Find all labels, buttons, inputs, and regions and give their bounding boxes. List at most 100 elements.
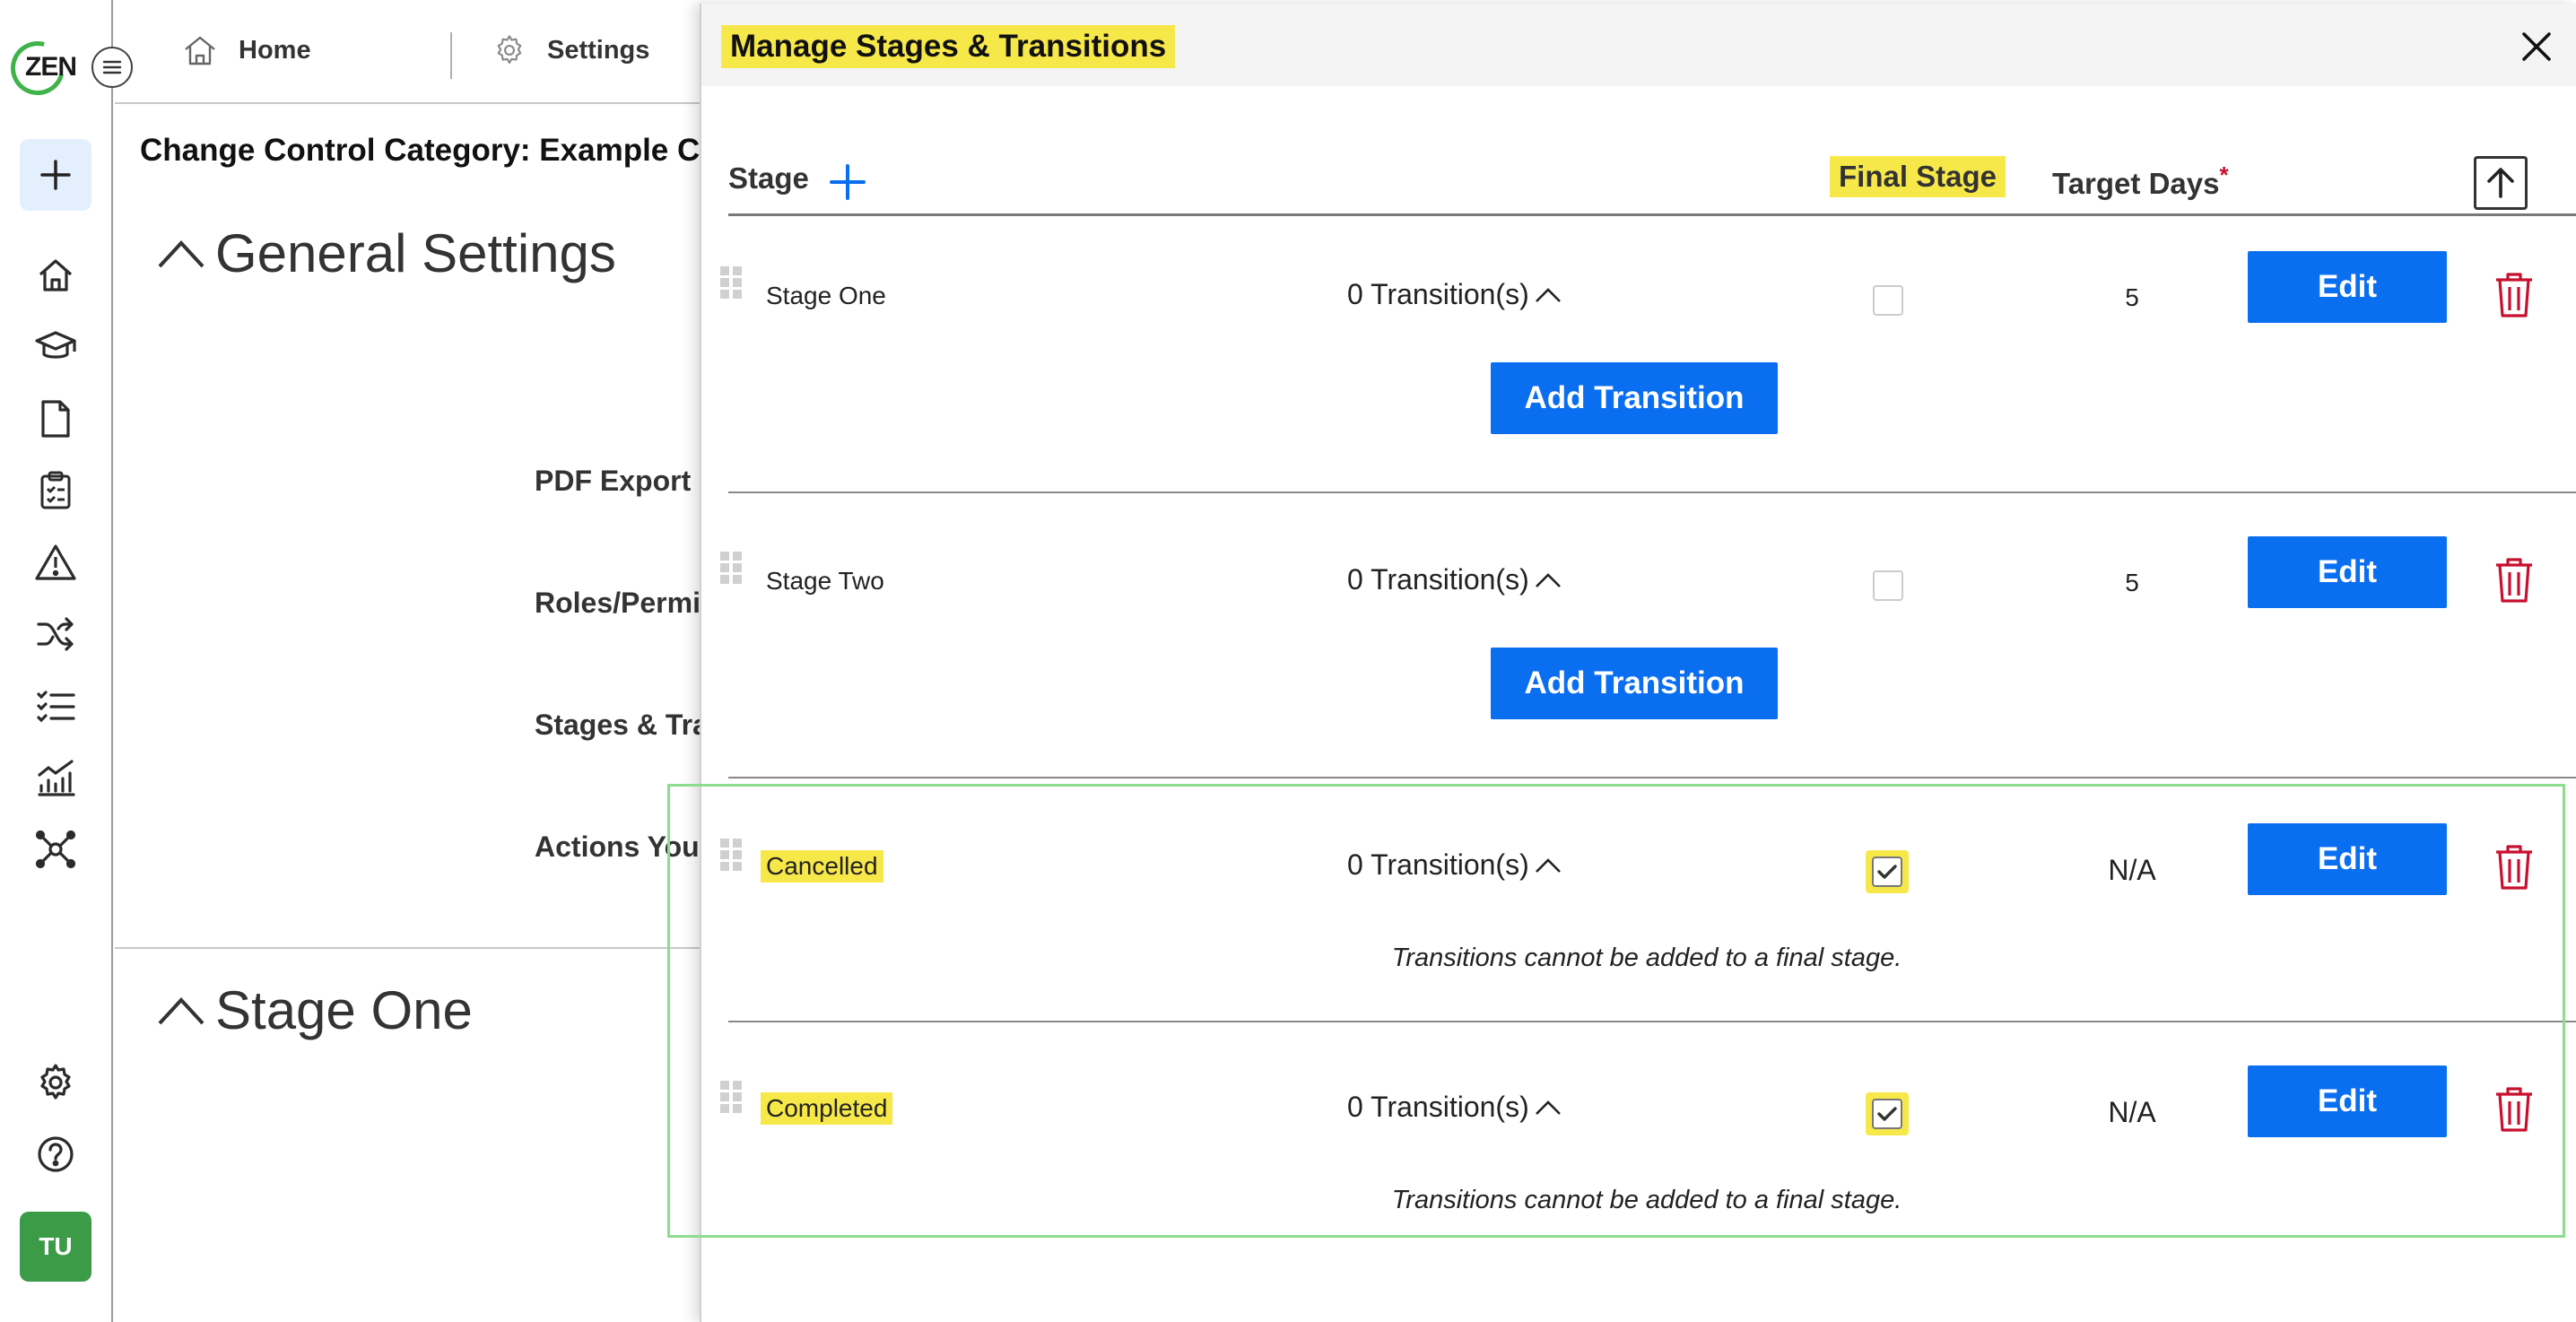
gear-icon (40, 1064, 71, 1100)
general-settings-toggle[interactable]: General Settings (156, 222, 616, 284)
transition-toggle[interactable]: 0 Transition(s) (1347, 1091, 1562, 1124)
target-days-value: N/A (2108, 1096, 2156, 1128)
transition-count: 0 Transition(s) (1347, 563, 1529, 596)
chevron-up-icon (1535, 1100, 1561, 1115)
help-icon (38, 1136, 74, 1172)
chevron-up-icon (1535, 572, 1561, 587)
setting-stages-transitions: Stages & Tra (535, 709, 709, 741)
col-target-days-header: Target Days* (2052, 161, 2229, 201)
sidebar-collapse-button[interactable] (91, 47, 133, 88)
header-divider (728, 213, 2576, 216)
edit-stage-button[interactable]: Edit (2248, 1065, 2447, 1137)
menu-icon (102, 60, 122, 74)
stage-name: Cancelled (761, 850, 883, 883)
checkbox-box (1872, 857, 1902, 887)
nav-rail: ZEN TU (0, 0, 113, 1322)
collapse-all-button[interactable] (2474, 156, 2528, 210)
drawer-header: Manage Stages & Transitions (701, 4, 2576, 86)
target-days-value: 5 (2125, 569, 2139, 596)
home-icon (39, 259, 73, 291)
final-stage-checkbox[interactable] (1873, 570, 1903, 601)
trash-icon[interactable] (2493, 271, 2535, 319)
chevron-up-icon (1535, 857, 1561, 873)
breadcrumb-settings[interactable]: Settings (371, 34, 649, 66)
transition-count: 0 Transition(s) (1347, 1091, 1529, 1123)
close-icon (2522, 32, 2551, 61)
drag-handle-icon[interactable] (719, 551, 743, 585)
nav-documents[interactable] (34, 397, 77, 440)
row-divider (728, 1021, 2576, 1022)
transition-toggle[interactable]: 0 Transition(s) (1347, 278, 1562, 311)
add-stage-button[interactable] (827, 161, 868, 203)
target-days-value: 5 (2125, 283, 2139, 311)
general-settings-heading: General Settings (215, 223, 616, 283)
drag-handle-icon[interactable] (719, 1080, 743, 1114)
trash-icon[interactable] (2493, 843, 2535, 891)
nav-change-control[interactable] (34, 613, 77, 656)
final-stage-checkbox[interactable] (1866, 850, 1909, 893)
shuffle-icon (37, 617, 74, 651)
add-transition-button[interactable]: Add Transition (1491, 362, 1778, 434)
edit-stage-button[interactable]: Edit (2248, 823, 2447, 895)
transition-count: 0 Transition(s) (1347, 848, 1529, 881)
row-divider (728, 777, 2576, 778)
nav-analytics[interactable] (34, 756, 77, 799)
transition-toggle[interactable]: 0 Transition(s) (1347, 848, 1562, 882)
final-stage-note: Transitions cannot be added to a final s… (1391, 1186, 1902, 1214)
create-new-button[interactable] (20, 139, 91, 211)
setting-roles-permissions: Roles/Permi (535, 587, 701, 619)
nav-learning[interactable] (34, 326, 77, 369)
section-divider (115, 947, 707, 949)
arrow-up-icon (2487, 168, 2514, 198)
final-stage-checkbox[interactable] (1873, 285, 1903, 316)
transition-count: 0 Transition(s) (1347, 278, 1529, 310)
nav-home[interactable] (34, 254, 77, 297)
logo-text: ZEN (25, 52, 77, 82)
final-stage-checkbox[interactable] (1866, 1092, 1909, 1135)
close-button[interactable] (2517, 27, 2556, 66)
transition-toggle[interactable]: 0 Transition(s) (1347, 563, 1562, 596)
learning-icon (35, 331, 76, 359)
checkbox-box (1872, 1099, 1902, 1129)
row-divider (728, 491, 2576, 493)
setting-pdf-export: PDF Export ( (535, 465, 709, 497)
nav-network[interactable] (34, 828, 77, 871)
gear-outline-icon (497, 35, 522, 64)
home-outline-icon (185, 36, 215, 65)
analytics-icon (38, 760, 75, 796)
drag-handle-icon[interactable] (719, 265, 743, 300)
trash-icon[interactable] (2493, 1085, 2535, 1134)
checkmark-icon (1877, 1107, 1897, 1121)
edit-stage-button[interactable]: Edit (2248, 251, 2447, 323)
breadcrumb-settings-label: Settings (547, 35, 650, 65)
breadcrumb-home[interactable]: Home (183, 34, 311, 66)
network-icon (35, 830, 76, 869)
drag-handle-icon[interactable] (719, 838, 743, 872)
col-stage-header: Stage (728, 161, 809, 195)
trash-icon[interactable] (2493, 556, 2535, 604)
manage-stages-drawer: Manage Stages & Transitions Stage Final … (700, 4, 2576, 1322)
chevron-up-icon (158, 239, 205, 267)
stage-name: Completed (761, 1092, 893, 1125)
warning-icon (35, 544, 76, 580)
target-days-value: N/A (2108, 854, 2156, 886)
nav-settings[interactable] (34, 1061, 77, 1104)
add-transition-button[interactable]: Add Transition (1491, 648, 1778, 719)
nav-issues[interactable] (34, 541, 77, 584)
stage-one-heading: Stage One (215, 980, 473, 1040)
user-avatar[interactable]: TU (20, 1212, 91, 1282)
zen-logo[interactable]: ZEN (1, 31, 77, 105)
stage-name: Stage Two (766, 567, 884, 595)
breadcrumb-home-label: Home (239, 35, 311, 65)
final-stage-note: Transitions cannot be added to a final s… (1391, 944, 1902, 972)
edit-stage-button[interactable]: Edit (2248, 536, 2447, 608)
nav-checklists[interactable] (34, 469, 77, 512)
chevron-up-icon (1535, 287, 1561, 302)
setting-actions: Actions You (535, 831, 700, 863)
col-final-stage-header: Final Stage (1830, 156, 2006, 197)
nav-help[interactable] (34, 1133, 77, 1176)
nav-tasks[interactable] (34, 684, 77, 727)
stage-one-toggle[interactable]: Stage One (156, 979, 473, 1041)
drawer-title: Manage Stages & Transitions (721, 25, 1176, 68)
plus-icon (830, 164, 866, 200)
